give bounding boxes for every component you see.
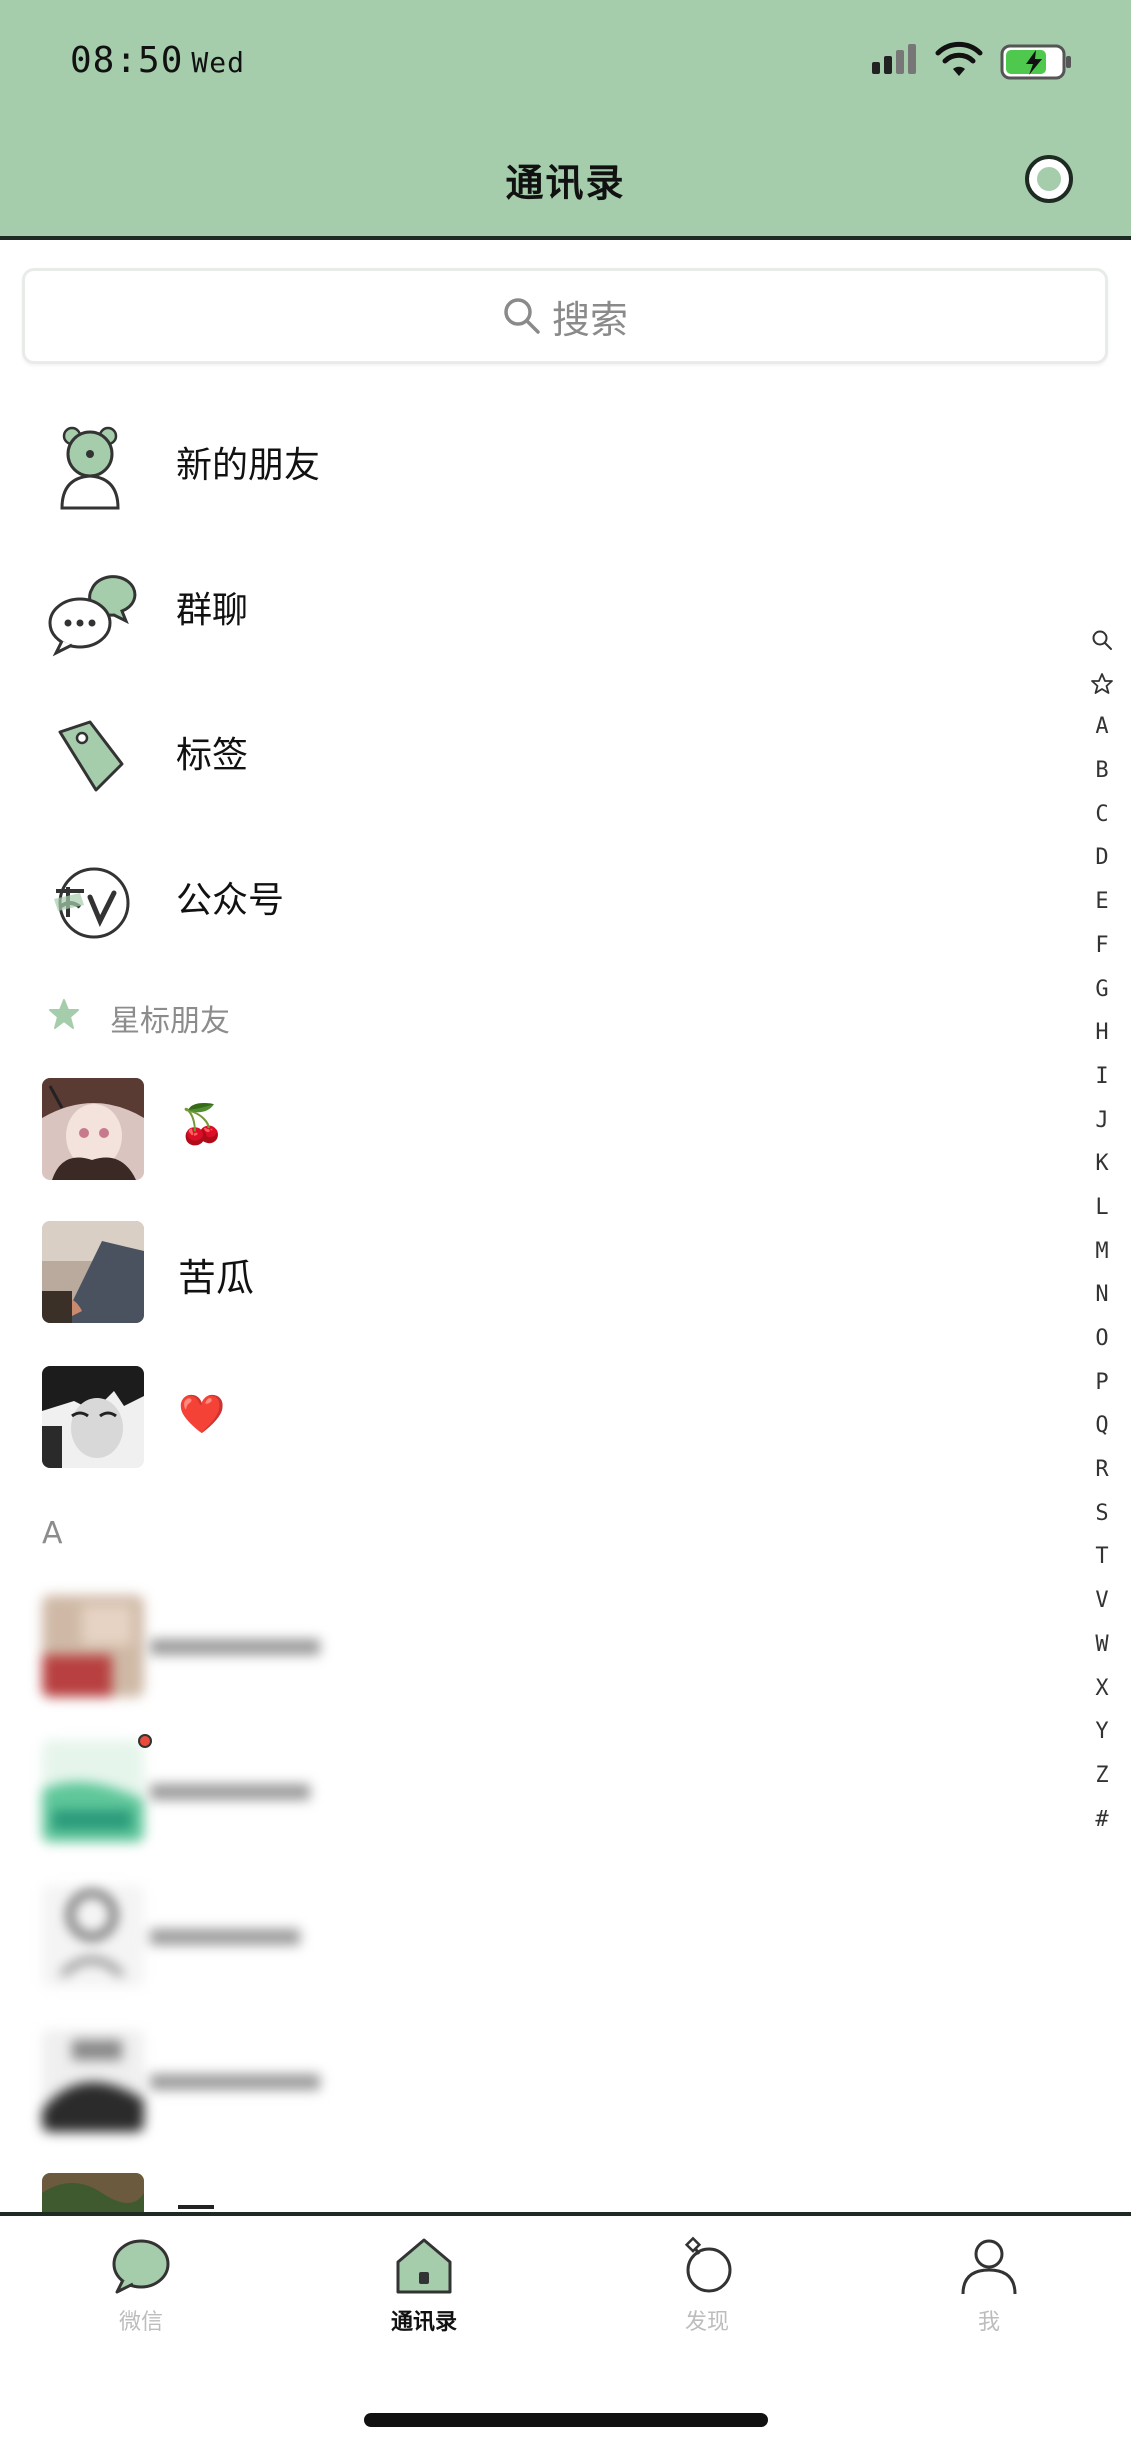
row-label: 公众号	[176, 880, 285, 921]
index-letter[interactable]: E	[1095, 880, 1108, 924]
search-bar[interactable]: 搜索	[22, 268, 1108, 364]
contact-row[interactable]	[0, 2022, 1080, 2146]
blurred-name	[150, 1929, 300, 1945]
index-letter[interactable]: A	[1095, 705, 1108, 749]
contact-row[interactable]: 苦瓜	[0, 1213, 1080, 1337]
index-letter[interactable]: P	[1095, 1361, 1108, 1405]
index-letter[interactable]: I	[1095, 1055, 1108, 1099]
contact-row[interactable]	[0, 1732, 1080, 1856]
row-new-friends[interactable]: 新的朋友	[0, 406, 1080, 526]
index-letter[interactable]: Q	[1095, 1404, 1108, 1448]
avatar	[42, 1366, 144, 1468]
index-letter[interactable]: V	[1095, 1579, 1108, 1623]
index-letter[interactable]: N	[1095, 1273, 1108, 1317]
index-letter[interactable]: G	[1095, 968, 1108, 1012]
contact-name: ❤️	[178, 1392, 226, 1436]
chat-bubble-icon	[112, 2239, 170, 2294]
home-indicator[interactable]	[364, 2413, 768, 2427]
row-group-chats[interactable]: 群聊	[0, 551, 1080, 671]
contact-row[interactable]: 🍒	[0, 1068, 1080, 1192]
index-letter[interactable]: H	[1095, 1011, 1108, 1055]
index-letter[interactable]: M	[1095, 1230, 1108, 1274]
wifi-icon	[935, 41, 983, 76]
row-label: 标签	[176, 735, 249, 776]
add-contact-button[interactable]	[1025, 155, 1073, 203]
index-search-icon[interactable]	[1091, 618, 1113, 662]
index-letter[interactable]: R	[1095, 1448, 1108, 1492]
unread-dot	[138, 1734, 152, 1748]
new-friend-icon	[60, 426, 120, 510]
index-letter[interactable]: F	[1095, 924, 1108, 968]
row-official-accounts[interactable]: 公众号	[0, 841, 1080, 961]
blurred-name	[150, 1639, 320, 1655]
tab-label: 我	[977, 2310, 1000, 2335]
official-account-icon	[54, 867, 130, 939]
ring-inner	[1034, 164, 1064, 194]
battery-charging-icon	[1000, 44, 1071, 80]
group-chat-icon	[48, 575, 137, 657]
discover-icon	[684, 2236, 732, 2293]
index-letter[interactable]: W	[1095, 1623, 1108, 1667]
search-icon	[504, 298, 540, 334]
index-letter[interactable]: X	[1095, 1667, 1108, 1711]
page-title: 通讯录	[505, 161, 626, 205]
blurred-name	[150, 1784, 310, 1800]
avatar	[42, 2030, 144, 2132]
avatar	[42, 1221, 144, 1323]
index-letter[interactable]: Y	[1095, 1710, 1108, 1754]
contact-name: 苦瓜	[178, 1256, 255, 1300]
contact-name: 🍒	[178, 1102, 226, 1146]
alphabet-index[interactable]: A B C D E F G H I J K L M N O P Q R S T …	[1088, 618, 1116, 1841]
tab-chats[interactable]: 微信	[41, 2236, 241, 2336]
section-starred-title: 星标朋友	[110, 1004, 230, 1039]
index-letter[interactable]: Z	[1095, 1754, 1108, 1798]
tab-contacts[interactable]: 通讯录	[324, 2236, 524, 2336]
tab-label: 通讯录	[390, 2310, 457, 2335]
contact-row[interactable]	[0, 1877, 1080, 2001]
status-clock: 08:50	[70, 40, 184, 81]
index-letter[interactable]: L	[1095, 1186, 1108, 1230]
status-day: Wed	[191, 46, 245, 79]
index-letter[interactable]: O	[1095, 1317, 1108, 1361]
tab-label: 发现	[684, 2310, 729, 2335]
partial-name	[178, 2205, 214, 2209]
row-tags[interactable]: 标签	[0, 696, 1080, 816]
avatar	[42, 1740, 144, 1842]
avatar	[42, 1595, 144, 1697]
contact-row[interactable]: ❤️	[0, 1358, 1080, 1482]
tab-discover[interactable]: 发现	[607, 2236, 807, 2336]
index-letter[interactable]: D	[1095, 836, 1108, 880]
row-label: 群聊	[176, 590, 249, 631]
contact-row[interactable]	[0, 1587, 1080, 1711]
index-star-icon[interactable]	[1090, 662, 1114, 706]
index-letter[interactable]: T	[1095, 1535, 1108, 1579]
index-letter[interactable]: J	[1095, 1099, 1108, 1143]
index-letter[interactable]: S	[1095, 1492, 1108, 1536]
avatar	[42, 1078, 144, 1180]
index-letter[interactable]: K	[1095, 1142, 1108, 1186]
section-a-title: A	[42, 1516, 63, 1551]
row-label: 新的朋友	[176, 445, 321, 486]
tab-label: 微信	[118, 2310, 163, 2335]
status-time: 08:50 Wed	[70, 40, 245, 81]
header-bar: 08:50 Wed 通讯录	[0, 0, 1131, 240]
index-letter[interactable]: C	[1095, 793, 1108, 837]
index-letter[interactable]: B	[1095, 749, 1108, 793]
tag-icon	[58, 720, 124, 792]
star-icon	[49, 999, 79, 1029]
blurred-name	[150, 2074, 320, 2090]
person-icon	[961, 2239, 1017, 2295]
contacts-icon	[396, 2238, 452, 2294]
avatar	[42, 1885, 144, 1987]
index-letter[interactable]: #	[1095, 1798, 1108, 1842]
tab-me[interactable]: 我	[889, 2236, 1089, 2336]
contact-row-partial[interactable]	[0, 2167, 1080, 2212]
avatar	[42, 2173, 144, 2212]
cellular-signal-icon	[872, 44, 916, 74]
search-placeholder: 搜索	[551, 297, 628, 342]
